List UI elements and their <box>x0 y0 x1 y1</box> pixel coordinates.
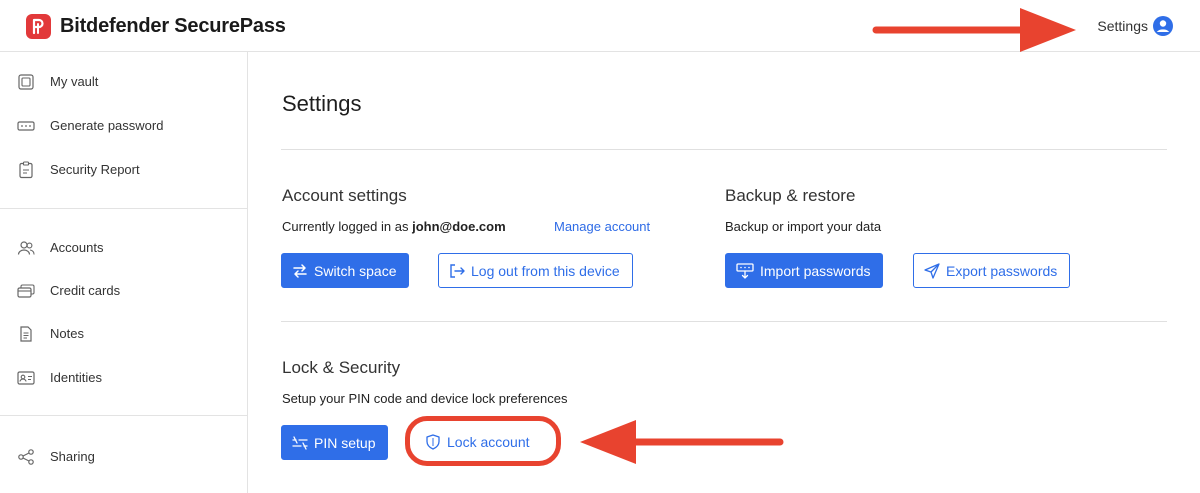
sidebar-item-label: Accounts <box>50 240 104 255</box>
vault-icon <box>18 74 34 90</box>
logout-label: Log out from this device <box>471 262 620 279</box>
sidebar-item-identities[interactable]: Identities <box>0 358 247 398</box>
page-title: Settings <box>282 91 362 116</box>
section-divider <box>281 321 1167 322</box>
sidebar-item-notes[interactable]: Notes <box>0 314 247 354</box>
clipboard-icon <box>19 161 33 179</box>
switch-arrows-icon <box>293 263 307 278</box>
pin-setup-button[interactable]: PIN setup <box>281 425 389 460</box>
sidebar-item-accounts[interactable]: Accounts <box>0 228 247 268</box>
header-settings-link[interactable]: Settings <box>1097 18 1148 34</box>
identity-icon <box>17 371 35 385</box>
backup-restore-title: Backup & restore <box>725 186 856 205</box>
sidebar: My vault Generate password Security Repo… <box>0 52 248 493</box>
backup-desc: Backup or import your data <box>725 219 882 234</box>
sidebar-item-label: Generate password <box>50 118 164 133</box>
sidebar-item-label: Credit cards <box>50 283 121 298</box>
sidebar-item-my-vault[interactable]: My vault <box>0 62 247 102</box>
logged-in-email: john@doe.com <box>412 219 506 234</box>
sidebar-item-label: Notes <box>50 326 84 341</box>
sidebar-item-label: My vault <box>50 74 99 89</box>
credit-card-icon <box>17 284 35 298</box>
annotation-highlight-ring <box>405 416 561 466</box>
annotation-arrow-settings-icon <box>872 8 1076 52</box>
sidebar-item-credit-cards[interactable]: Credit cards <box>0 271 247 311</box>
lock-security-desc: Setup your PIN code and device lock pref… <box>282 391 568 406</box>
sidebar-item-label: Security Report <box>50 162 140 177</box>
annotation-arrow-lock-icon <box>580 420 784 464</box>
user-account-icon[interactable] <box>1152 15 1174 37</box>
password-icon <box>17 121 35 131</box>
import-icon <box>736 262 754 279</box>
switch-space-button[interactable]: Switch space <box>281 253 410 288</box>
pin-icon <box>292 435 308 450</box>
brand-name: Bitdefender SecurePass <box>60 15 286 37</box>
notes-icon <box>20 326 32 342</box>
sidebar-divider <box>0 415 247 416</box>
manage-account-link[interactable]: Manage account <box>554 219 650 234</box>
send-icon <box>924 262 940 279</box>
accounts-icon <box>17 241 35 255</box>
import-passwords-button[interactable]: Import passwords <box>725 253 884 288</box>
logout-icon <box>450 263 465 278</box>
lock-security-title: Lock & Security <box>282 358 401 377</box>
section-divider <box>281 149 1167 150</box>
bitdefender-logo-icon <box>26 14 51 39</box>
logout-button[interactable]: Log out from this device <box>438 253 633 288</box>
sidebar-item-security-report[interactable]: Security Report <box>0 150 247 190</box>
sidebar-item-sharing[interactable]: Sharing <box>0 437 247 477</box>
pin-setup-label: PIN setup <box>314 434 376 451</box>
sidebar-divider <box>0 208 247 209</box>
sidebar-item-generate-password[interactable]: Generate password <box>0 106 247 146</box>
switch-space-label: Switch space <box>314 262 397 279</box>
logged-in-prefix: Currently logged in as <box>282 219 409 234</box>
sidebar-item-label: Identities <box>50 370 103 385</box>
logged-in-text: Currently logged in as john@doe.com <box>282 219 506 234</box>
sidebar-item-label: Sharing <box>50 449 95 464</box>
account-settings-title: Account settings <box>282 186 407 205</box>
import-passwords-label: Import passwords <box>760 262 871 279</box>
export-passwords-button[interactable]: Export passwords <box>913 253 1071 288</box>
export-passwords-label: Export passwords <box>946 262 1058 279</box>
share-icon <box>18 449 34 465</box>
